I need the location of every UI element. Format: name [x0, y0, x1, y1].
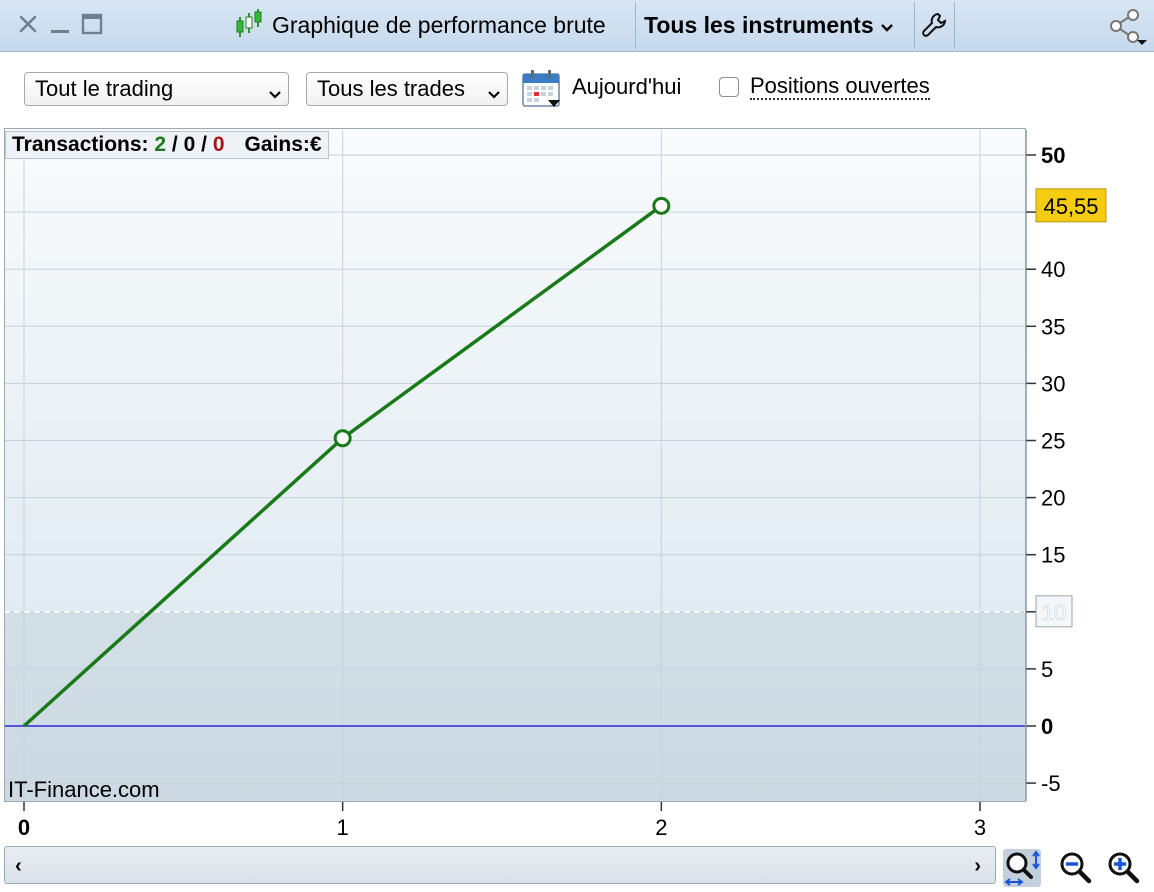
x-tick-label: 2 — [655, 815, 667, 840]
calendar-icon[interactable] — [522, 69, 562, 114]
reference-value-label: 10 — [1042, 600, 1066, 625]
y-axis-ticks: 50454035302520151050-5 — [1025, 130, 1065, 801]
y-tick-label: 25 — [1041, 429, 1065, 454]
y-tick-label: 15 — [1041, 543, 1065, 568]
horizontal-scrollbar[interactable]: ‹ › — [4, 846, 996, 884]
candlestick-icon — [230, 7, 264, 44]
y-tick-label: 0 — [1041, 714, 1053, 739]
open-positions-label[interactable]: Positions ouvertes — [750, 74, 930, 100]
zoom-in-icon[interactable] — [1105, 849, 1143, 887]
x-axis-ticks: 0 1 2 3 — [18, 801, 986, 840]
close-icon[interactable] — [16, 10, 40, 38]
separator: / — [201, 133, 207, 156]
watermark: IT-Finance.com — [8, 777, 160, 802]
scroll-left-arrow[interactable]: ‹ — [15, 855, 22, 878]
chevron-down-icon — [880, 12, 894, 39]
trade-filter-value: Tous les trades — [317, 76, 465, 101]
window-title-group: Graphique de performance brute — [230, 0, 606, 51]
scroll-right-arrow[interactable]: › — [974, 855, 981, 878]
y-tick-label: 40 — [1041, 257, 1065, 282]
chart-frame — [4, 128, 1026, 802]
y-tick-label: 5 — [1041, 657, 1053, 682]
zoom-out-icon[interactable] — [1057, 849, 1095, 887]
instrument-selector-label: Tous les instruments — [644, 12, 874, 38]
title-separator — [954, 2, 955, 49]
maximize-icon[interactable] — [80, 10, 104, 38]
x-tick-label: 1 — [337, 815, 349, 840]
trading-filter-value: Tout le trading — [35, 76, 174, 101]
wins-count: 2 — [154, 133, 167, 156]
currency-symbol: € — [309, 133, 322, 156]
y-tick-label: 20 — [1041, 486, 1065, 511]
x-tick-label: 3 — [974, 815, 986, 840]
trading-filter-select[interactable]: Tout le trading — [24, 72, 289, 106]
chevron-down-icon — [268, 82, 282, 108]
y-tick-label: 35 — [1041, 314, 1065, 339]
minimize-icon[interactable] — [48, 10, 72, 38]
y-tick-label: 50 — [1041, 143, 1065, 168]
title-bar: Graphique de performance brute Tous les … — [0, 0, 1154, 52]
date-label[interactable]: Aujourd'hui — [572, 74, 681, 100]
title-separator — [635, 2, 636, 49]
y-tick-label: 30 — [1041, 371, 1065, 396]
separator: / — [171, 133, 178, 156]
x-tick-label: 0 — [18, 815, 30, 840]
trade-filter-select[interactable]: Tous les trades — [306, 72, 508, 106]
transactions-label: Transactions: — [12, 133, 149, 156]
y-tick-label: -5 — [1041, 771, 1061, 796]
zoom-fit-icon[interactable] — [1003, 849, 1041, 887]
open-positions-checkbox[interactable] — [719, 77, 739, 97]
share-icon[interactable] — [1108, 7, 1150, 52]
wrench-icon[interactable] — [920, 11, 948, 44]
losses-count: 0 — [212, 133, 225, 156]
window-title: Graphique de performance brute — [272, 12, 606, 38]
neutral-count: 0 — [183, 133, 196, 156]
chevron-down-icon — [487, 82, 501, 108]
transactions-summary: Transactions: 2 / 0 / 0 Gains: € — [5, 131, 329, 159]
instrument-selector[interactable]: Tous les instruments — [644, 0, 894, 51]
last-value-label: 45,55 — [1043, 194, 1098, 219]
gains-label: Gains: — [244, 133, 310, 156]
title-separator — [914, 2, 915, 49]
